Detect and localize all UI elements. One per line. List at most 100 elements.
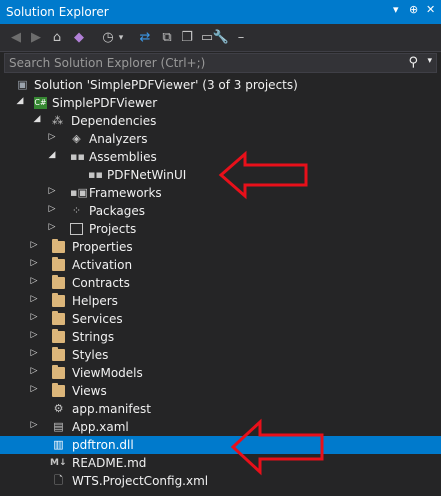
- forward-icon[interactable]: ▶: [28, 28, 44, 48]
- tree-item-views[interactable]: ▷ Views: [0, 382, 441, 400]
- folder-icon: [52, 383, 65, 397]
- tree-item-pdftron-dll[interactable]: ▥ pdftron.dll: [0, 436, 441, 454]
- assemblies-icon: ▪▪: [70, 150, 85, 163]
- tree-item-label: Activation: [72, 258, 133, 272]
- show-all-files-icon[interactable]: ❐: [178, 28, 196, 48]
- assembly-reference-icon: ▪▪: [88, 168, 103, 181]
- tree-item-app-manifest[interactable]: ⚙ app.manifest: [0, 400, 441, 418]
- tree-item-label: Solution 'SimplePDFViewer' (3 of 3 proje…: [34, 78, 298, 92]
- tree-item-viewmodels[interactable]: ▷ ViewModels: [0, 364, 441, 382]
- properties-icon[interactable]: 🔧: [212, 28, 230, 48]
- expand-arrow-icon[interactable]: ▷: [47, 204, 57, 214]
- tree-item-label: pdftron.dll: [72, 438, 134, 452]
- tree-item-label: Helpers: [72, 294, 118, 308]
- xml-file-icon: 🗋: [54, 474, 63, 487]
- collapse-arrow-icon[interactable]: ◢: [32, 114, 42, 124]
- projects-icon: [70, 223, 83, 235]
- auto-hide-pin-icon[interactable]: ⊕: [409, 3, 418, 16]
- tree-item-contracts[interactable]: ▷ Contracts: [0, 274, 441, 292]
- search-icon[interactable]: ⚲: [408, 55, 418, 70]
- title-bar: Solution Explorer ▾ ⊕ ✕: [0, 0, 441, 24]
- search-options-dropdown-icon[interactable]: ▾: [427, 56, 432, 66]
- tree-item-label: App.xaml: [72, 420, 129, 434]
- search-input[interactable]: Search Solution Explorer (Ctrl+;) ⚲ ▾: [4, 53, 437, 73]
- annotation-arrow-icon: [230, 418, 324, 476]
- tree-item-label: README.md: [72, 456, 147, 470]
- tree-item-strings[interactable]: ▷ Strings: [0, 328, 441, 346]
- folder-icon: [52, 365, 65, 379]
- folder-icon: [52, 239, 65, 253]
- tree-item-label: Contracts: [72, 276, 130, 290]
- expand-arrow-icon[interactable]: ▷: [47, 186, 57, 196]
- tree-item-label: ViewModels: [72, 366, 143, 380]
- tree-item-services[interactable]: ▷ Services: [0, 310, 441, 328]
- expand-arrow-icon[interactable]: ▷: [29, 312, 39, 322]
- packages-icon: ⁘: [71, 204, 82, 217]
- tree-item-app-xaml[interactable]: ▷ ▤ App.xaml: [0, 418, 441, 436]
- folder-icon: [52, 311, 65, 325]
- tree-item-analyzers[interactable]: ▷ ◈ Analyzers: [0, 130, 441, 148]
- expand-arrow-icon[interactable]: ▷: [29, 366, 39, 376]
- tree-item-label: Views: [72, 384, 107, 398]
- tree-item-styles[interactable]: ▷ Styles: [0, 346, 441, 364]
- expand-arrow-icon[interactable]: ▷: [29, 276, 39, 286]
- tree-item-label: Assemblies: [89, 150, 157, 164]
- dll-icon: ▥: [53, 438, 64, 451]
- tree-item-label: Frameworks: [89, 186, 162, 200]
- expand-arrow-icon[interactable]: ▷: [29, 420, 39, 430]
- dependencies-icon: ⁂: [52, 114, 63, 127]
- expand-arrow-icon[interactable]: ▷: [47, 222, 57, 232]
- tree-item-label: PDFNetWinUI: [107, 168, 187, 182]
- window-title: Solution Explorer: [6, 5, 109, 19]
- tree-item-solution[interactable]: ▣ Solution 'SimplePDFViewer' (3 of 3 pro…: [0, 76, 441, 94]
- back-icon[interactable]: ◀: [8, 28, 24, 48]
- csharp-project-icon: C#: [34, 97, 47, 109]
- tree-item-label: SimplePDFViewer: [52, 96, 158, 110]
- expand-arrow-icon[interactable]: ▷: [29, 240, 39, 250]
- tree-item-project[interactable]: ◢ C# SimplePDFViewer: [0, 94, 441, 112]
- tree-item-helpers[interactable]: ▷ Helpers: [0, 292, 441, 310]
- tree-item-label: Services: [72, 312, 123, 326]
- tree-item-label: Properties: [72, 240, 133, 254]
- search-placeholder: Search Solution Explorer (Ctrl+;): [9, 56, 206, 70]
- toolbar: ◀ ▶ ⌂ ◆ ◷ ▾ ⇄ ⧉ ❐ ▭ 🔧 –: [0, 24, 441, 52]
- tree-item-readme[interactable]: M↓ README.md: [0, 454, 441, 472]
- collapse-arrow-icon[interactable]: ◢: [15, 96, 25, 106]
- window-position-dropdown-icon[interactable]: ▾: [393, 3, 399, 16]
- folder-icon: [52, 329, 65, 343]
- sync-with-active-document-icon[interactable]: ⇄: [136, 28, 154, 48]
- expand-arrow-icon[interactable]: ▷: [29, 348, 39, 358]
- analyzers-icon: ◈: [72, 132, 81, 145]
- folder-icon: [52, 347, 65, 361]
- pending-changes-filter-icon[interactable]: ◷: [100, 28, 116, 48]
- manifest-icon: ⚙: [53, 402, 64, 415]
- tree-item-projects[interactable]: ▷ Projects: [0, 220, 441, 238]
- switch-views-icon[interactable]: ◆: [70, 28, 88, 48]
- folder-icon: [52, 257, 65, 271]
- tree-item-label: Strings: [72, 330, 115, 344]
- toolbar-more-icon[interactable]: –: [232, 28, 250, 48]
- tree-item-label: WTS.ProjectConfig.xml: [72, 474, 209, 488]
- tree-item-label: Packages: [89, 204, 145, 218]
- solution-icon: ▣: [17, 78, 28, 91]
- tree-item-dependencies[interactable]: ◢ ⁂ Dependencies: [0, 112, 441, 130]
- tree-item-label: Dependencies: [71, 114, 157, 128]
- expand-arrow-icon[interactable]: ▷: [29, 258, 39, 268]
- filter-dropdown-icon[interactable]: ▾: [116, 28, 126, 48]
- tree-item-label: app.manifest: [72, 402, 151, 416]
- expand-arrow-icon[interactable]: ▷: [47, 132, 57, 142]
- tree-item-packages[interactable]: ▷ ⁘ Packages: [0, 202, 441, 220]
- close-icon[interactable]: ✕: [426, 3, 435, 16]
- tree-item-properties[interactable]: ▷ Properties: [0, 238, 441, 256]
- tree-item-activation[interactable]: ▷ Activation: [0, 256, 441, 274]
- expand-arrow-icon[interactable]: ▷: [29, 330, 39, 340]
- collapse-arrow-icon[interactable]: ◢: [47, 150, 57, 160]
- frameworks-icon: ▪▣: [70, 186, 88, 199]
- home-icon[interactable]: ⌂: [48, 28, 66, 48]
- tree-item-wts-projectconfig[interactable]: 🗋 WTS.ProjectConfig.xml: [0, 472, 441, 490]
- tree-item-label: Styles: [72, 348, 109, 362]
- expand-arrow-icon[interactable]: ▷: [29, 294, 39, 304]
- expand-arrow-icon[interactable]: ▷: [29, 384, 39, 394]
- xaml-icon: ▤: [53, 420, 64, 433]
- collapse-all-icon[interactable]: ⧉: [158, 28, 176, 48]
